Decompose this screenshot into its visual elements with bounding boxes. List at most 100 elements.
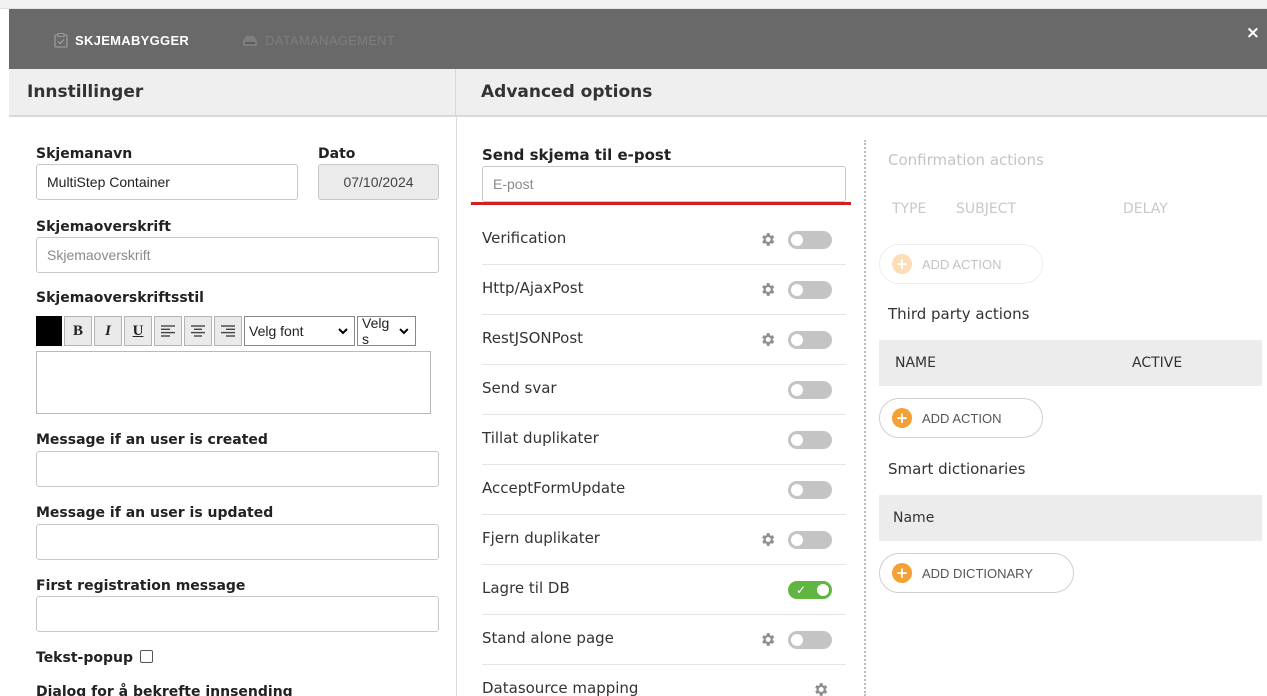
database-icon bbox=[243, 35, 257, 46]
italic-button[interactable]: I bbox=[94, 316, 122, 346]
chevron-down-icon bbox=[399, 327, 409, 334]
send-email-label: Send skjema til e-post bbox=[482, 146, 672, 164]
dotted-divider bbox=[864, 140, 866, 696]
option-label: Datasource mapping bbox=[482, 679, 639, 696]
align-center-button[interactable] bbox=[184, 316, 212, 346]
gear-icon[interactable] bbox=[759, 331, 776, 348]
toggle-switch[interactable] bbox=[788, 231, 832, 249]
gear-icon[interactable] bbox=[759, 531, 776, 548]
align-left-button[interactable] bbox=[154, 316, 182, 346]
align-left-icon bbox=[161, 325, 175, 337]
toggle-switch[interactable] bbox=[788, 631, 832, 649]
text-popup-checkbox[interactable] bbox=[139, 650, 153, 663]
option-row-tillat-duplikater: Tillat duplikater bbox=[482, 415, 846, 465]
plus-icon: + bbox=[892, 563, 912, 583]
toggle-switch[interactable] bbox=[788, 381, 832, 399]
first-registration-input[interactable] bbox=[36, 596, 439, 632]
panel-divider bbox=[456, 117, 457, 696]
add-third-party-action-button[interactable]: + ADD ACTION bbox=[879, 398, 1043, 438]
plus-icon: + bbox=[892, 408, 912, 428]
user-created-label: Message if an user is created bbox=[36, 432, 268, 448]
option-row-datasource-mapping: Datasource mapping bbox=[482, 665, 846, 696]
option-label: Stand alone page bbox=[482, 629, 614, 647]
chevron-down-icon bbox=[338, 327, 348, 334]
heading-input[interactable]: Skjemaoverskrift bbox=[36, 237, 439, 273]
email-input[interactable]: E-post bbox=[482, 166, 846, 202]
font-select-value: Velg font bbox=[249, 323, 304, 339]
toggle-switch[interactable] bbox=[788, 531, 832, 549]
option-row-restjsonpost: RestJSONPost bbox=[482, 315, 846, 365]
text-color-button[interactable] bbox=[36, 316, 62, 346]
option-row-verification: Verification bbox=[482, 215, 846, 265]
size-select-value: Velg s bbox=[362, 315, 390, 347]
add-action-label: ADD ACTION bbox=[922, 410, 1002, 426]
advanced-panel-title: Advanced options bbox=[456, 69, 1267, 117]
form-name-input[interactable]: MultiStep Container bbox=[36, 164, 298, 200]
add-dictionary-label: ADD DICTIONARY bbox=[922, 565, 1033, 581]
toggle-switch[interactable] bbox=[788, 331, 832, 349]
first-registration-label: First registration message bbox=[36, 578, 246, 594]
check-icon: ✓ bbox=[796, 583, 807, 597]
tab-datamanagement[interactable]: DATAMANAGEMENT bbox=[242, 30, 395, 50]
heading-label: Skjemaoverskrift bbox=[36, 219, 171, 235]
align-right-button[interactable] bbox=[214, 316, 242, 346]
date-label: Dato bbox=[318, 146, 356, 162]
tab-skjemabygger[interactable]: SKJEMABYGGER bbox=[54, 30, 189, 50]
third-party-title: Third party actions bbox=[888, 305, 1030, 323]
col-name: NAME bbox=[895, 355, 936, 371]
option-row-acceptformupdate: AcceptFormUpdate bbox=[482, 465, 846, 515]
option-row-http-ajaxpost: Http/AjaxPost bbox=[482, 265, 846, 315]
bold-button[interactable]: B bbox=[64, 316, 92, 346]
col-delay: DELAY bbox=[1123, 201, 1168, 217]
col-subject: SUBJECT bbox=[956, 201, 1017, 217]
toggle-switch[interactable] bbox=[788, 431, 832, 449]
user-created-input[interactable] bbox=[36, 451, 439, 487]
tab-skjemabygger-label: SKJEMABYGGER bbox=[75, 32, 190, 48]
font-select[interactable]: Velg font bbox=[244, 316, 355, 346]
option-label: AcceptFormUpdate bbox=[482, 479, 626, 497]
option-row-stand-alone-page: Stand alone page bbox=[482, 615, 846, 665]
add-dictionary-button[interactable]: + ADD DICTIONARY bbox=[879, 553, 1074, 593]
align-right-icon bbox=[221, 325, 235, 337]
modal-header: SKJEMABYGGER DATAMANAGEMENT × bbox=[9, 9, 1267, 69]
toggle-switch[interactable] bbox=[788, 481, 832, 499]
form-check-icon bbox=[54, 32, 68, 48]
gear-icon[interactable] bbox=[759, 281, 776, 298]
gear-icon[interactable] bbox=[759, 231, 776, 248]
plus-icon: + bbox=[892, 254, 912, 274]
settings-panel-title: Innstillinger bbox=[9, 69, 456, 117]
heading-style-editor[interactable] bbox=[36, 351, 431, 414]
tab-datamanagement-label: DATAMANAGEMENT bbox=[265, 32, 396, 48]
dictionary-table-header: Name bbox=[879, 495, 1262, 541]
add-confirmation-action-button[interactable]: + ADD ACTION bbox=[879, 244, 1043, 284]
col-dictionary-name: Name bbox=[893, 510, 935, 526]
option-label: Send svar bbox=[482, 379, 557, 397]
add-action-label: ADD ACTION bbox=[922, 256, 1002, 272]
text-popup-label: Tekst-popup bbox=[36, 650, 133, 666]
option-row-send-svar: Send svar bbox=[482, 365, 846, 415]
toggle-switch[interactable]: ✓ bbox=[788, 581, 832, 599]
confirmation-table-header: TYPE SUBJECT DELAY bbox=[879, 186, 1262, 230]
align-center-icon bbox=[191, 325, 205, 337]
text-popup-row: Tekst-popup bbox=[36, 650, 153, 666]
close-icon[interactable]: × bbox=[1246, 23, 1260, 43]
email-underline bbox=[471, 202, 851, 205]
user-updated-label: Message if an user is updated bbox=[36, 505, 274, 521]
option-row-fjern-duplikater: Fjern duplikater bbox=[482, 515, 846, 565]
option-label: Verification bbox=[482, 229, 567, 247]
option-label: Fjern duplikater bbox=[482, 529, 600, 547]
top-strip bbox=[0, 0, 1267, 9]
user-updated-input[interactable] bbox=[36, 524, 439, 560]
size-select[interactable]: Velg s bbox=[357, 315, 416, 347]
confirmation-actions-title: Confirmation actions bbox=[888, 151, 1044, 169]
option-row-lagre-til-db: Lagre til DB ✓ bbox=[482, 565, 846, 615]
heading-style-label: Skjemaoverskriftsstil bbox=[36, 290, 204, 306]
confirm-dialog-label: Dialog for å bekrefte innsending bbox=[36, 684, 293, 696]
gear-icon[interactable] bbox=[759, 631, 776, 648]
toggle-switch[interactable] bbox=[788, 281, 832, 299]
form-name-label: Skjemanavn bbox=[36, 146, 133, 162]
underline-button[interactable]: U bbox=[124, 316, 152, 346]
date-input: 07/10/2024 bbox=[318, 164, 439, 200]
option-label: Lagre til DB bbox=[482, 579, 570, 597]
gear-icon[interactable] bbox=[812, 681, 829, 696]
